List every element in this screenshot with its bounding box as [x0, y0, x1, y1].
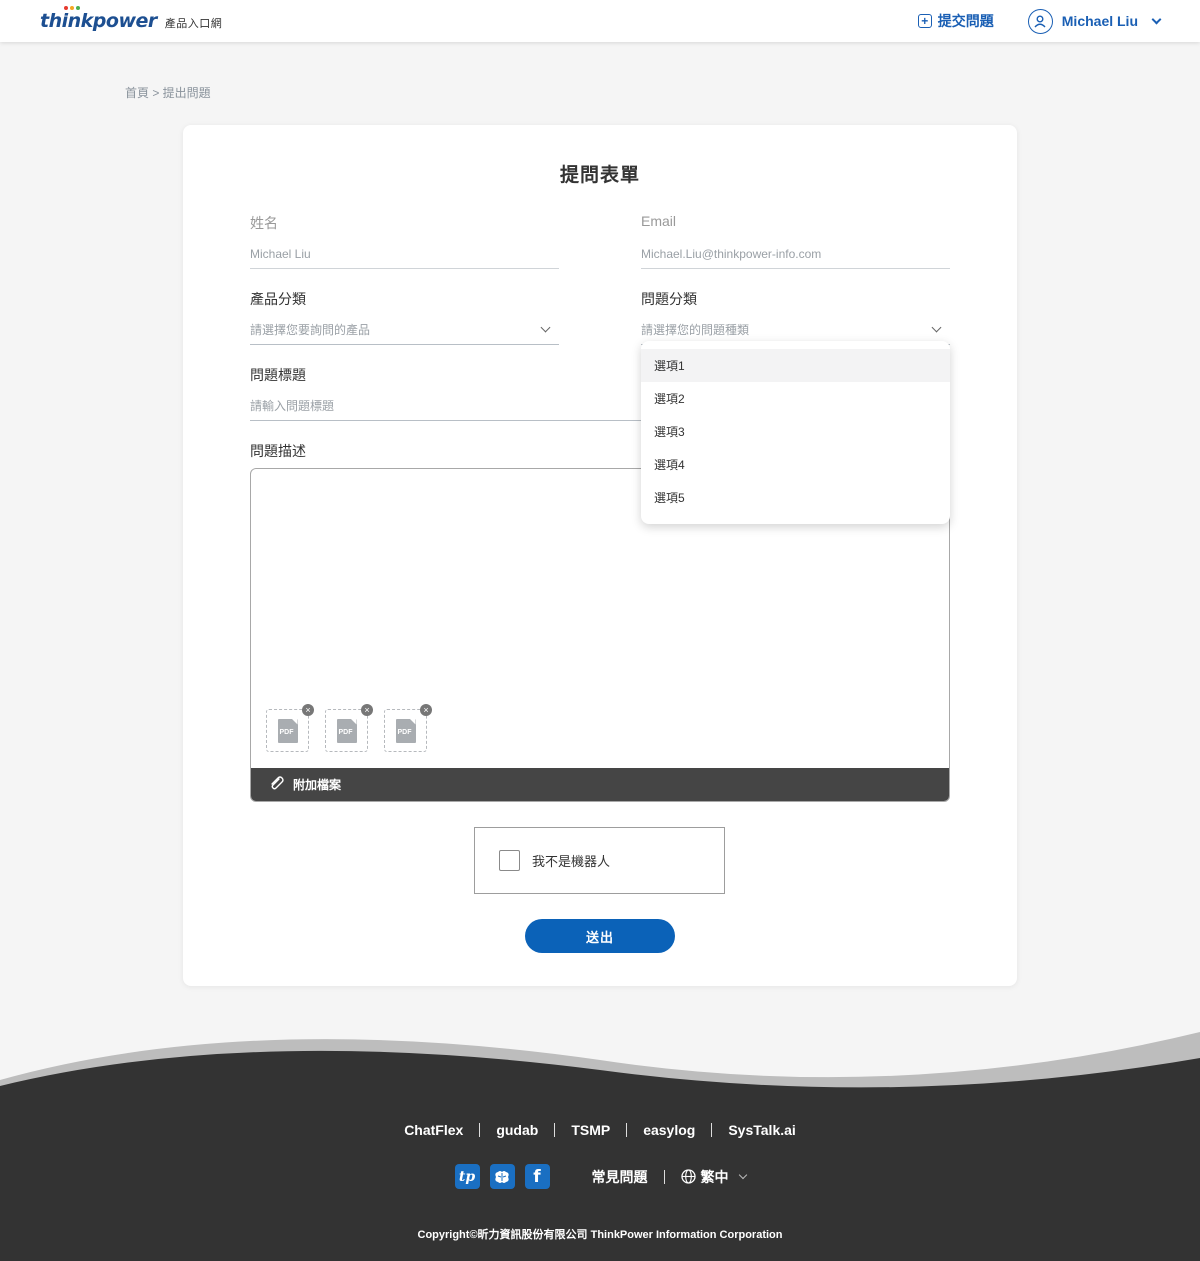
dropdown-option[interactable]: 選項1	[641, 349, 950, 382]
email-field: Email Michael.Liu@thinkpower-info.com	[641, 213, 950, 269]
form-title: 提問表單	[559, 165, 640, 186]
product-category-field: 產品分類 請選擇您要詢問的產品	[250, 289, 559, 345]
submit-question-label: 提交問題	[937, 13, 994, 29]
product-category-placeholder: 請選擇您要詢問的產品	[250, 323, 371, 337]
description-label: 問題描述	[250, 443, 306, 459]
user-menu[interactable]: Michael Liu	[1027, 8, 1162, 34]
footer-wave	[0, 1032, 1200, 1261]
product-category-select[interactable]: 請選擇您要詢問的產品	[250, 315, 559, 345]
brand-subtitle: 產品入口網	[164, 18, 223, 30]
attachment-list: PDF × PDF × PDF ×	[266, 704, 432, 752]
captcha-box: 我不是機器人	[474, 827, 725, 894]
tp-logo-icon[interactable]: tp	[454, 1164, 480, 1189]
chevron-down-icon	[1151, 14, 1162, 24]
remove-attachment-icon[interactable]: ×	[420, 704, 432, 716]
email-value: Michael.Liu@thinkpower-info.com	[641, 239, 950, 269]
captcha-checkbox[interactable]	[499, 850, 520, 871]
dropdown-option[interactable]: 選項3	[641, 415, 950, 448]
faq-link[interactable]: 常見問題	[592, 1167, 648, 1187]
dropdown-option[interactable]: 選項5	[641, 481, 950, 514]
attach-file-button[interactable]: 附加檔案	[251, 768, 949, 801]
question-category-field: 問題分類 請選擇您的問題種類	[641, 289, 950, 345]
paperclip-icon	[268, 775, 285, 795]
footer-link-easylog[interactable]: easylog	[643, 1122, 695, 1138]
breadcrumb[interactable]: 首頁 > 提出問題	[125, 84, 211, 101]
question-category-dropdown: 選項1 選項2 選項3 選項4 選項5	[641, 341, 950, 524]
footer-link-chatflex[interactable]: ChatFlex	[404, 1122, 463, 1138]
question-title-placeholder: 請輸入問題標題	[250, 399, 335, 413]
logo-think: think	[40, 10, 93, 32]
pdf-file-icon: PDF	[395, 718, 416, 743]
email-label: Email	[641, 213, 677, 229]
attachment-item[interactable]: PDF ×	[266, 704, 314, 752]
chevron-down-icon	[931, 322, 942, 333]
logo-power: power	[92, 10, 157, 32]
attach-file-label: 附加檔案	[293, 778, 342, 792]
footer-product-links: ChatFlex gudab TSMP easylog SysTalk.ai	[0, 1122, 1200, 1138]
question-category-placeholder: 請選擇您的問題種類	[641, 323, 750, 337]
pdf-file-icon: PDF	[336, 718, 357, 743]
plus-square-icon: +	[917, 14, 932, 28]
brain-icon[interactable]	[489, 1164, 515, 1189]
footer-link-tsmp[interactable]: TSMP	[571, 1122, 610, 1138]
chevron-down-icon	[540, 322, 551, 333]
remove-attachment-icon[interactable]: ×	[361, 704, 373, 716]
name-field: 姓名 Michael Liu	[250, 213, 559, 269]
attachment-item[interactable]: PDF ×	[325, 704, 373, 752]
header-actions: + 提交問題 Michael Liu	[917, 8, 1162, 34]
name-value: Michael Liu	[250, 239, 559, 269]
globe-icon	[680, 1169, 696, 1184]
divider	[554, 1123, 556, 1137]
remove-attachment-icon[interactable]: ×	[302, 704, 314, 716]
dropdown-option[interactable]: 選項4	[641, 448, 950, 481]
pdf-file-icon: PDF	[277, 718, 298, 743]
top-header: thinkpower 產品入口網 + 提交問題 Michael Liu	[0, 0, 1200, 42]
attachment-item[interactable]: PDF ×	[384, 704, 432, 752]
copyright: Copyright©昕力資訊股份有限公司 ThinkPower Informat…	[417, 1229, 783, 1241]
footer-secondary: tp f 常見問題 繁中	[0, 1164, 1200, 1189]
product-category-label: 產品分類	[250, 291, 306, 307]
submit-button[interactable]: 送出	[525, 919, 675, 953]
divider	[711, 1123, 713, 1137]
language-label: 繁中	[700, 1168, 729, 1185]
logo[interactable]: thinkpower	[40, 6, 157, 32]
captcha-label: 我不是機器人	[532, 854, 611, 869]
divider	[663, 1169, 665, 1184]
facebook-icon[interactable]: f	[524, 1164, 550, 1189]
question-category-label: 問題分類	[641, 291, 697, 307]
user-avatar-icon	[1027, 8, 1053, 34]
chevron-down-icon	[738, 1170, 747, 1179]
dropdown-option[interactable]: 選項2	[641, 382, 950, 415]
divider	[479, 1123, 481, 1137]
brand[interactable]: thinkpower 產品入口網	[40, 6, 223, 32]
footer-link-gudab[interactable]: gudab	[496, 1122, 538, 1138]
footer-link-systalk[interactable]: SysTalk.ai	[728, 1122, 795, 1138]
logo-dots	[64, 6, 80, 10]
user-name: Michael Liu	[1061, 13, 1138, 29]
question-form-card: 提問表單 姓名 Michael Liu Email Michael.Liu@th…	[183, 125, 1017, 986]
divider	[626, 1123, 628, 1137]
name-label: 姓名	[250, 215, 278, 231]
language-selector[interactable]: 繁中	[680, 1167, 747, 1187]
submit-question-link[interactable]: + 提交問題	[917, 11, 994, 31]
